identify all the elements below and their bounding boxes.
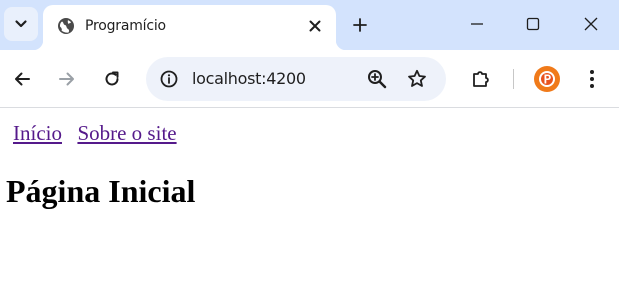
star-icon xyxy=(408,69,426,87)
browser-menu-button[interactable] xyxy=(578,65,606,93)
new-tab-button[interactable] xyxy=(348,13,372,37)
nav-link-sobre[interactable]: Sobre o site xyxy=(77,121,176,145)
bookmark-button[interactable] xyxy=(404,66,430,92)
profile-logo-icon xyxy=(539,71,555,87)
tab-close-button[interactable] xyxy=(304,15,326,37)
minimize-icon xyxy=(471,23,483,25)
plus-icon xyxy=(353,18,367,32)
maximize-button[interactable] xyxy=(519,10,547,38)
url-text[interactable]: localhost:4200 xyxy=(192,69,306,88)
kebab-menu-icon xyxy=(590,70,594,88)
nav-link-inicio[interactable]: Início xyxy=(13,121,62,145)
profile-avatar-button[interactable] xyxy=(534,66,560,92)
tab-strip: Programício xyxy=(0,0,619,50)
window-close-button[interactable] xyxy=(577,10,605,38)
zoom-in-icon xyxy=(368,70,387,89)
browser-tab-active[interactable]: Programício xyxy=(33,5,346,50)
maximize-icon xyxy=(526,17,540,31)
back-button[interactable] xyxy=(8,65,36,93)
puzzle-icon xyxy=(473,71,489,87)
chevron-down-icon xyxy=(15,20,27,28)
globe-icon xyxy=(58,18,74,34)
back-arrow-icon xyxy=(15,72,30,86)
minimize-button[interactable] xyxy=(463,10,491,38)
tab-title: Programício xyxy=(85,18,166,34)
toolbar-divider xyxy=(513,69,514,89)
site-nav: Início Sobre o site xyxy=(13,121,188,146)
forward-button[interactable] xyxy=(53,65,81,93)
site-info-button[interactable] xyxy=(156,66,182,92)
forward-arrow-icon xyxy=(59,72,74,86)
close-icon xyxy=(584,17,598,31)
page-content: Início Sobre o site Página Inicial xyxy=(0,109,619,283)
extensions-button[interactable] xyxy=(467,65,495,93)
site-info-icon xyxy=(160,70,178,88)
tab-search-button[interactable] xyxy=(4,7,38,41)
zoom-button[interactable] xyxy=(364,66,390,92)
browser-toolbar: localhost:4200 xyxy=(0,50,619,108)
address-bar[interactable]: localhost:4200 xyxy=(146,57,446,101)
close-icon xyxy=(309,20,321,32)
page-title: Página Inicial xyxy=(6,173,196,209)
reload-icon xyxy=(105,71,119,86)
reload-button[interactable] xyxy=(98,65,126,93)
